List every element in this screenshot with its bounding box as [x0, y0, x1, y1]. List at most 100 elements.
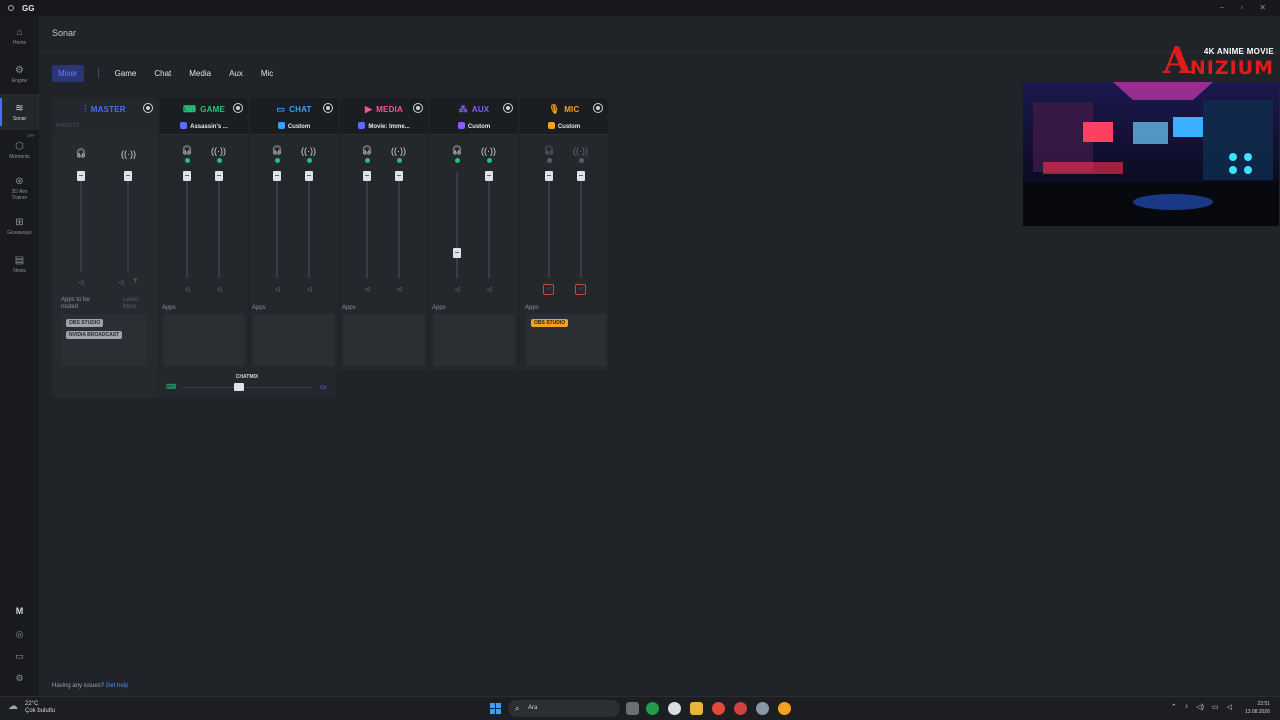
chat-preset-label: Custom	[287, 124, 311, 130]
get-help-link[interactable]: Get help	[106, 683, 129, 689]
app-chip-obs[interactable]: OBS STUDIO	[531, 319, 569, 327]
minimize-button[interactable]: –	[1220, 3, 1224, 12]
speaker-icon[interactable]: ◁	[182, 286, 192, 293]
discord-icon[interactable]: ◎	[0, 629, 39, 640]
file-explorer-icon[interactable]	[690, 702, 703, 715]
help-text: Having any issues? Get help	[52, 683, 128, 689]
chevron-up-icon[interactable]: ⌃	[1171, 703, 1177, 711]
app-chip-nvidia[interactable]: NVIDIA BROADCAST	[66, 331, 123, 339]
chat-preset[interactable]: Custom	[250, 122, 338, 130]
game-preset[interactable]: Assassin's ...	[160, 122, 248, 130]
mic-headphone-slider[interactable]	[545, 171, 553, 181]
apps-label: Apps	[162, 305, 176, 311]
speaker-icon[interactable]: ◁	[1227, 703, 1232, 711]
game-settings-icon[interactable]	[234, 104, 242, 112]
media-header: ▶ MEDIA Movie: Imme...	[340, 98, 428, 135]
taskbar-search[interactable]: ⌕ Ara	[508, 700, 620, 717]
speaker-icon[interactable]: ◁	[272, 286, 282, 293]
settings-icon[interactable]	[756, 702, 769, 715]
chat-headphone-slider[interactable]	[273, 171, 281, 181]
chat-settings-icon[interactable]	[324, 104, 332, 112]
chrome-icon[interactable]	[712, 702, 725, 715]
mute-toggle[interactable]: ◁	[575, 284, 586, 295]
news-icon: ▤	[14, 254, 25, 266]
system-tray[interactable]: ⌃ ♪ ◁) ▭ ◁	[1171, 703, 1232, 711]
start-button[interactable]	[490, 703, 501, 714]
microphone-icon[interactable]: ♪	[1185, 703, 1189, 711]
tab-game[interactable]: Game	[115, 69, 137, 78]
sidebar-item-engine[interactable]: ⚙ Engine	[0, 56, 39, 92]
mute-toggle[interactable]: ◁	[543, 284, 554, 295]
master-broadcast-slider[interactable]	[124, 171, 132, 181]
mic-broadcast-track	[580, 172, 582, 278]
clock[interactable]: 22:51 13.08.2026	[1245, 700, 1270, 716]
sidebar-item-label: Engine	[11, 77, 28, 84]
xbox-icon[interactable]	[646, 702, 659, 715]
mic-preset[interactable]: Custom	[520, 122, 608, 130]
info-icon[interactable]: ?	[130, 279, 140, 285]
chat-broadcast-slider[interactable]	[305, 171, 313, 181]
weather-widget[interactable]: ☁ 22°C Çok bulutlu	[8, 701, 55, 715]
media-channel: ▶ MEDIA Movie: Imme... 🎧︎ ((·)) ◁ ◁ Apps	[340, 98, 428, 370]
headphone-icon: 🎧︎	[75, 148, 87, 158]
speaker-icon[interactable]: ◁	[304, 286, 314, 293]
sidebar-item-aim-trainer[interactable]: ⊛ 3D Aim Trainer	[0, 170, 39, 206]
speaker-icon[interactable]: ◁	[214, 286, 224, 293]
avatar[interactable]: M	[0, 606, 39, 616]
speaker-icon[interactable]: ◁	[394, 286, 404, 293]
broadcast-icon: ((·))	[121, 149, 136, 159]
gift-icon: ⊞	[15, 216, 24, 228]
game-channel: ⌨ GAME Assassin's ... 🎧︎ ((·)) ◁ ◁ Apps	[160, 98, 248, 370]
headphone-icon: 🎧︎	[271, 145, 283, 155]
close-button[interactable]: ✕	[1259, 3, 1266, 12]
app-icon[interactable]	[778, 702, 791, 715]
speaker-icon[interactable]: ◁	[452, 286, 462, 293]
aux-settings-icon[interactable]	[504, 104, 512, 112]
app-icon[interactable]	[734, 702, 747, 715]
tab-mic[interactable]: Mic	[261, 69, 273, 78]
media-preset[interactable]: Movie: Imme...	[340, 122, 428, 130]
chat-apps-box	[253, 314, 335, 366]
sidebar-item-moments[interactable]: OFF ⬡ Moments	[0, 132, 39, 168]
volume-icon[interactable]: ◁)	[1196, 703, 1204, 711]
speaker-icon[interactable]: ◁	[484, 286, 494, 293]
tab-mixer[interactable]: Mixer	[52, 64, 84, 82]
mic-broadcast-slider[interactable]	[577, 171, 585, 181]
taskbar: ☁ 22°C Çok bulutlu ⌕ Ara ⌃ ♪ ◁) ▭ ◁ 22:5…	[0, 696, 1280, 720]
sonar-icon: ≋	[15, 102, 24, 114]
network-icon[interactable]: ▭	[1212, 703, 1219, 711]
aux-preset[interactable]: Custom	[430, 122, 518, 130]
task-view-icon[interactable]	[626, 702, 639, 715]
sidebar-item-home[interactable]: ⌂ Home	[0, 18, 39, 54]
media-settings-icon[interactable]	[414, 104, 422, 112]
tab-chat[interactable]: Chat	[154, 69, 171, 78]
maximize-button[interactable]: ▫	[1240, 3, 1243, 12]
settings-icon[interactable]: ⚙	[0, 673, 39, 684]
tab-media[interactable]: Media	[189, 69, 211, 78]
app-chip-obs[interactable]: OBS STUDIO	[66, 319, 104, 327]
media-headphone-slider[interactable]	[363, 171, 371, 181]
media-broadcast-slider[interactable]	[395, 171, 403, 181]
mic-settings-icon[interactable]	[594, 104, 602, 112]
learn-more-link[interactable]: Learn More	[123, 297, 153, 311]
aux-headphone-slider[interactable]	[453, 248, 461, 258]
aux-broadcast-slider[interactable]	[485, 171, 493, 181]
speaker-icon[interactable]: ◁	[362, 286, 372, 293]
chat-icon[interactable]: ▭	[0, 651, 39, 662]
chatmix-slider[interactable]	[234, 383, 244, 391]
tab-aux[interactable]: Aux	[229, 69, 243, 78]
master-headphone-slider[interactable]	[77, 171, 85, 181]
sidebar-item-sonar[interactable]: ≋ Sonar	[0, 94, 39, 130]
gamepad-icon: ⌨	[166, 384, 177, 391]
sidebar-item-giveaways[interactable]: ⊞ Giveaways	[0, 208, 39, 244]
speaker-icon[interactable]: ◁	[76, 279, 86, 286]
steelseries-icon[interactable]	[668, 702, 681, 715]
status-dot	[397, 158, 402, 163]
master-settings-icon[interactable]	[144, 104, 152, 112]
status-dot	[455, 158, 460, 163]
speaker-icon[interactable]: ◁	[116, 279, 126, 286]
sidebar-item-news[interactable]: ▤ News	[0, 246, 39, 282]
game-broadcast-slider[interactable]	[215, 171, 223, 181]
title-bar: GG – ▫ ✕	[0, 0, 1280, 16]
game-headphone-slider[interactable]	[183, 171, 191, 181]
